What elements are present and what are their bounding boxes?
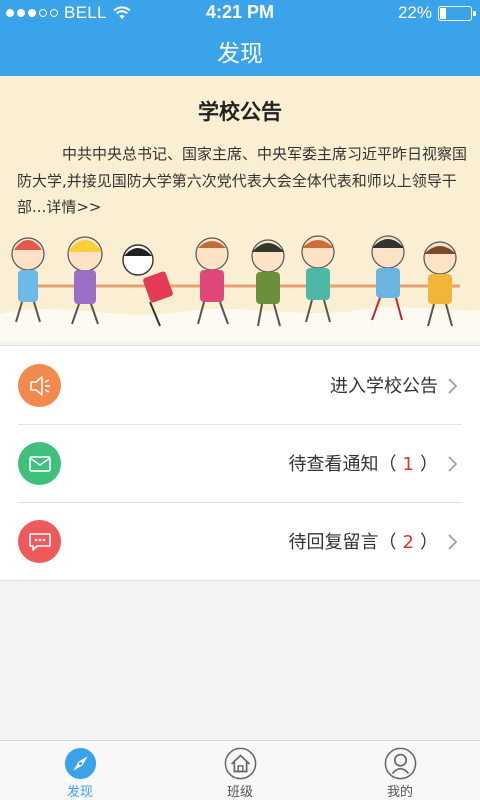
tab-label: 我的 [386, 785, 413, 800]
announcement-more-link[interactable]: 详情>> [46, 198, 101, 216]
home-icon [224, 747, 256, 780]
speaker-icon [18, 364, 61, 407]
tab-label: 发现 [66, 785, 93, 800]
announcement-title: 学校公告 [198, 100, 282, 124]
list-item-label: 进入学校公告 [330, 376, 438, 397]
page-title: 发现 [217, 41, 263, 67]
status-bar: BELL 4:21 PM 22% [0, 0, 480, 26]
tab-discover[interactable]: 发现 [0, 741, 160, 800]
mail-icon [18, 442, 61, 485]
tab-label: 班级 [226, 785, 253, 800]
feature-list: 进入学校公告 待查看通知（ 1） 待回复留言（ 2） [0, 345, 480, 581]
battery-percent: 22% [397, 3, 432, 22]
battery-icon [438, 5, 476, 21]
tab-mine[interactable]: 我的 [320, 741, 480, 800]
list-item-label: 待回复留言（ [288, 532, 397, 553]
list-item-pending-notices[interactable]: 待查看通知（ 1） [0, 424, 480, 502]
top-bar: BELL 4:21 PM 22% 发现 [0, 0, 480, 76]
user-icon [384, 747, 416, 780]
notice-count-badge: 1 [402, 454, 414, 475]
children-illustration [0, 235, 480, 342]
chevron-right-icon [448, 456, 458, 472]
chat-bubble-icon [18, 520, 61, 563]
bottom-tab-bar: 发现 班级 我的 [0, 740, 480, 800]
list-item-pending-messages[interactable]: 待回复留言（ 2） [0, 502, 480, 580]
list-item-label: 待查看通知（ [288, 454, 397, 475]
announcement-banner[interactable]: 学校公告 中共中央总书记、国家主席、中央军委主席习近平昨日视察国防大学,并接见国… [0, 76, 480, 342]
message-count-badge: 2 [402, 532, 414, 553]
list-item-school-announcement[interactable]: 进入学校公告 [0, 346, 480, 424]
compass-icon [64, 747, 96, 780]
announcement-body: 中共中央总书记、国家主席、中央军委主席习近平昨日视察国防大学,并接见国防大学第六… [17, 145, 468, 216]
chevron-right-icon [448, 378, 458, 394]
tab-class[interactable]: 班级 [160, 741, 320, 800]
chevron-right-icon [448, 534, 458, 550]
